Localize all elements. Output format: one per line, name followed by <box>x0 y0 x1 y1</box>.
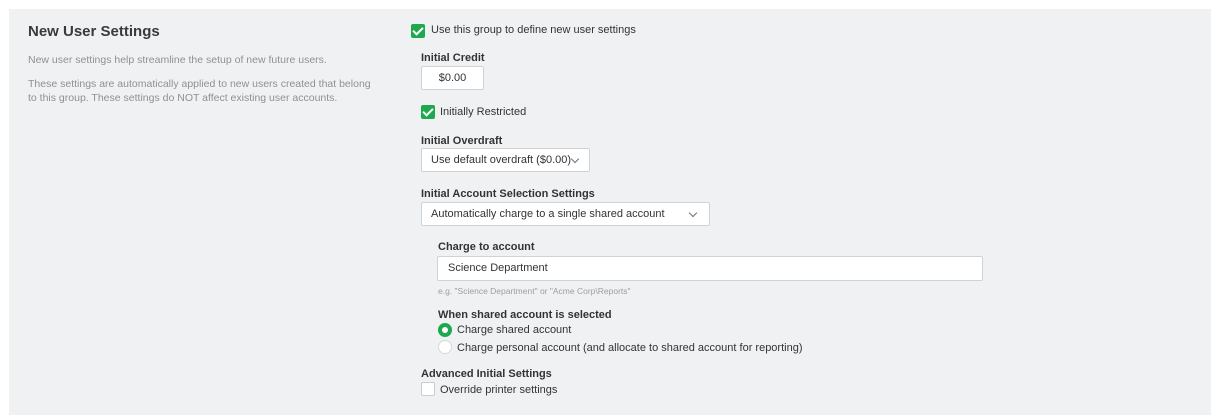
chevron-down-icon <box>570 154 580 164</box>
initially-restricted-label[interactable]: Initially Restricted <box>440 106 526 118</box>
account-selection-value: Automatically charge to a single shared … <box>431 208 665 220</box>
charge-personal-radio[interactable] <box>438 340 452 354</box>
charge-to-account-hint: e.g. "Science Department" or "Acme Corp\… <box>438 286 631 296</box>
use-group-checkbox[interactable] <box>411 24 425 38</box>
charge-personal-label[interactable]: Charge personal account (and allocate to… <box>457 342 803 354</box>
override-printer-checkbox[interactable] <box>421 382 435 396</box>
section-title: New User Settings <box>28 23 160 40</box>
section-info: New User Settings New user settings help… <box>28 23 378 105</box>
section-description-1: New user settings help streamline the se… <box>28 54 327 66</box>
new-user-settings-panel: New User Settings New user settings help… <box>9 9 1211 415</box>
account-selection-select[interactable]: Automatically charge to a single shared … <box>421 202 710 226</box>
initial-credit-input[interactable]: $0.00 <box>421 66 484 90</box>
shared-selected-label: When shared account is selected <box>438 309 612 321</box>
section-description-2: These settings are automatically applied… <box>28 78 371 104</box>
initial-credit-label: Initial Credit <box>421 52 485 64</box>
charge-shared-label[interactable]: Charge shared account <box>457 324 571 336</box>
initially-restricted-checkbox[interactable] <box>421 105 435 119</box>
charge-to-account-label: Charge to account <box>438 241 535 253</box>
initial-overdraft-select[interactable]: Use default overdraft ($0.00) <box>421 148 590 172</box>
initial-overdraft-label: Initial Overdraft <box>421 135 503 147</box>
chevron-down-icon <box>688 208 698 218</box>
charge-to-account-input[interactable]: Science Department <box>437 256 983 281</box>
override-printer-label[interactable]: Override printer settings <box>440 384 557 396</box>
account-selection-label: Initial Account Selection Settings <box>421 188 595 200</box>
advanced-settings-label: Advanced Initial Settings <box>421 368 552 380</box>
use-group-label[interactable]: Use this group to define new user settin… <box>431 24 636 36</box>
charge-shared-radio[interactable] <box>438 323 452 337</box>
initial-overdraft-value: Use default overdraft ($0.00) <box>431 154 572 166</box>
